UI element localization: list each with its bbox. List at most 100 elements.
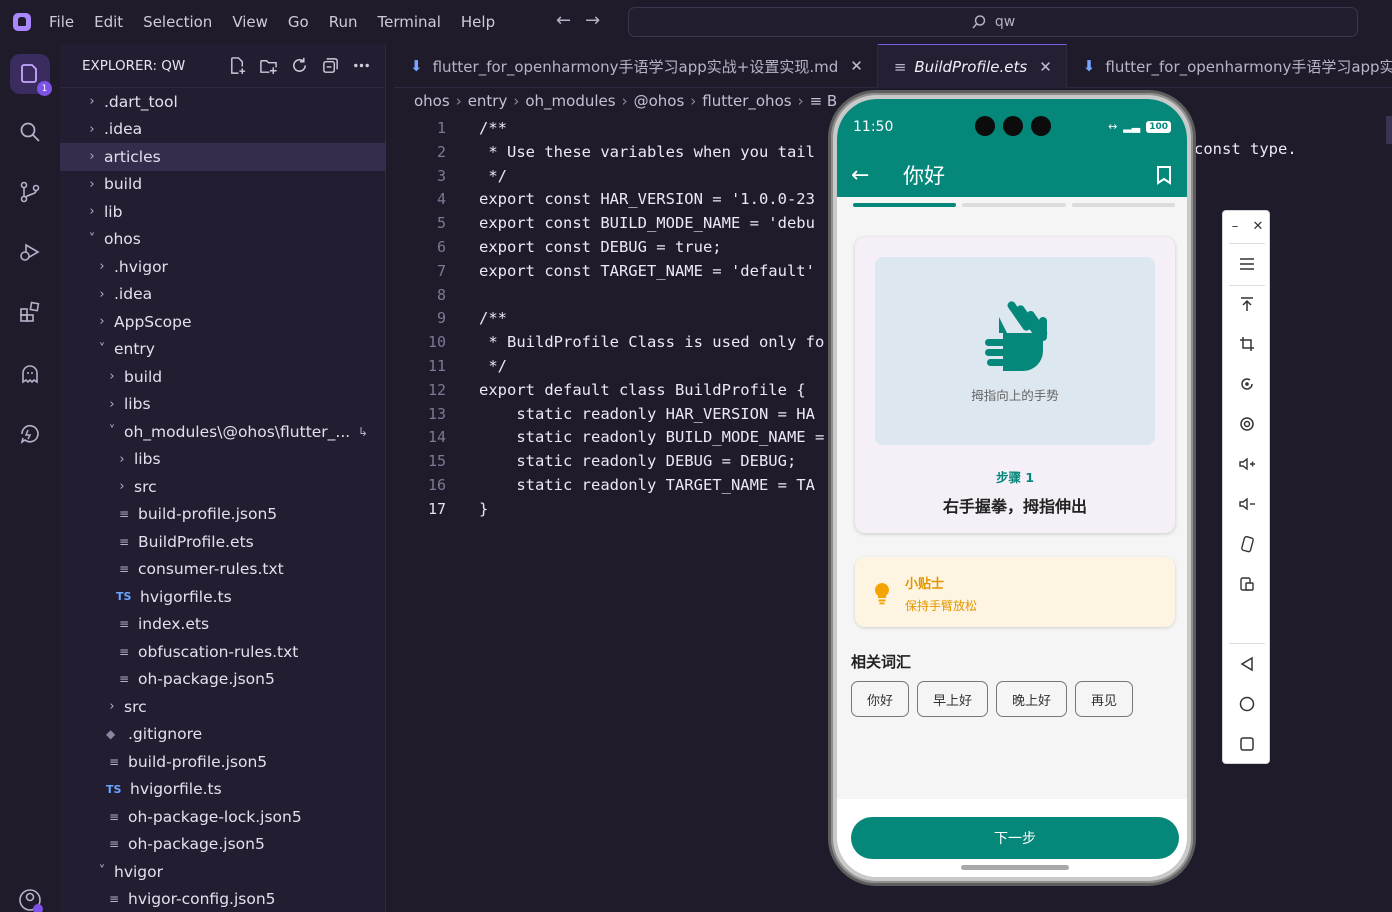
tree-folder[interactable]: ˅ hvigor [60, 858, 386, 886]
tree-folder[interactable]: › .hvigor [60, 253, 386, 281]
related-word-chip[interactable]: 晚上好 [996, 681, 1068, 717]
menu-selection[interactable]: Selection [143, 13, 212, 31]
new-file-icon[interactable] [228, 56, 247, 75]
tree-file[interactable]: ◆ .gitignore [60, 721, 386, 749]
tree-file[interactable]: ≡ consumer-rules.txt [60, 556, 386, 584]
menu-view[interactable]: View [232, 13, 268, 31]
tree-file[interactable]: TS hvigorfile.ts [60, 583, 386, 611]
tree-folder[interactable]: › build [60, 171, 386, 199]
tree-folder[interactable]: › AppScope [60, 308, 386, 336]
tree-file[interactable]: ≡ obfuscation-rules.txt [60, 638, 386, 666]
breadcrumb-item[interactable]: oh_modules [525, 92, 615, 110]
menu-run[interactable]: Run [329, 13, 358, 31]
run-debug-activity[interactable] [0, 230, 60, 274]
breadcrumb-item[interactable]: entry [468, 92, 508, 110]
new-folder-icon[interactable] [259, 56, 278, 75]
minimize-icon[interactable]: – [1223, 211, 1247, 241]
line-number: 16 [427, 476, 446, 494]
pin-top-icon[interactable] [1223, 289, 1271, 319]
source-control-activity[interactable] [0, 170, 60, 214]
home-indicator[interactable] [961, 865, 1069, 870]
tab-buildprofile[interactable]: ≡ BuildProfile.ets ✕ [877, 44, 1067, 88]
explorer-activity[interactable]: 1 [0, 52, 60, 96]
tree-file[interactable]: ≡ build-profile.json5 [60, 501, 386, 529]
tree-folder[interactable]: › articles [60, 143, 386, 171]
breadcrumb-item[interactable]: @ohos [634, 92, 685, 110]
menu-help[interactable]: Help [461, 13, 495, 31]
collapse-all-icon[interactable] [321, 56, 340, 75]
tree-folder[interactable]: › .idea [60, 281, 386, 309]
scrollbar[interactable] [1386, 116, 1392, 144]
menu-terminal[interactable]: Terminal [378, 13, 441, 31]
tree-item-label: src [134, 477, 157, 496]
menu-bar: File Edit Selection View Go Run Terminal… [49, 13, 515, 31]
related-word-chip[interactable]: 早上好 [917, 681, 989, 717]
tree-folder[interactable]: › src [60, 693, 386, 721]
nav-arrows: ← → [556, 10, 600, 31]
tree-item-label: BuildProfile.ets [138, 532, 254, 551]
more-icon[interactable] [352, 56, 371, 75]
tab-markdown-doc-2[interactable]: ⬇ flutter_for_openharmony手语学习app实战 [1067, 44, 1392, 88]
breadcrumb-item[interactable]: flutter_ohos [702, 92, 791, 110]
tree-file[interactable]: ≡ oh-package.json5 [60, 831, 386, 859]
tree-folder[interactable]: › libs [60, 391, 386, 419]
related-word-chip[interactable]: 你好 [851, 681, 910, 717]
title-bar: File Edit Selection View Go Run Terminal… [0, 0, 1392, 44]
bookmark-icon[interactable] [1155, 165, 1173, 185]
next-step-button[interactable]: 下一步 [851, 817, 1179, 859]
menu-icon[interactable] [1223, 249, 1271, 279]
extensions-activity[interactable] [0, 290, 60, 334]
tree-folder[interactable]: › lib [60, 198, 386, 226]
volume-down-icon[interactable] [1223, 489, 1271, 519]
account-activity[interactable] [0, 878, 60, 912]
fold-screen-icon[interactable] [1223, 569, 1271, 599]
tree-file[interactable]: ≡ build-profile.json5 [60, 748, 386, 776]
tab-markdown-doc[interactable]: ⬇ flutter_for_openharmony手语学习app实战+设置实现.… [394, 44, 878, 88]
crop-icon[interactable] [1223, 329, 1271, 359]
tree-folder[interactable]: ˅ entry [60, 336, 386, 364]
tree-file[interactable]: ≡ oh-package-lock.json5 [60, 803, 386, 831]
close-icon[interactable]: ✕ [1039, 58, 1052, 76]
tree-folder[interactable]: ˅ oh_modules\@ohos\flutter_... ↳ [60, 418, 386, 446]
chevron-down-icon: ˅ [88, 231, 96, 247]
tree-folder[interactable]: ˅ ohos [60, 226, 386, 254]
back-arrow-icon[interactable]: ← [556, 10, 571, 31]
ghost-activity[interactable] [0, 352, 60, 396]
back-arrow-icon[interactable]: ← [851, 163, 891, 188]
tree-file[interactable]: ≡ hvigor-config.json5 [60, 886, 386, 912]
forward-arrow-icon[interactable]: → [585, 10, 600, 31]
nav-home-icon[interactable] [1223, 689, 1271, 719]
assistant-activity[interactable] [0, 412, 60, 456]
refresh-icon[interactable] [290, 56, 309, 75]
tree-folder[interactable]: › .dart_tool [60, 88, 386, 116]
volume-up-icon[interactable] [1223, 449, 1271, 479]
tree-file[interactable]: ≡ index.ets [60, 611, 386, 639]
tree-folder[interactable]: › .idea [60, 116, 386, 144]
command-center-search[interactable]: qw [628, 7, 1358, 37]
nav-back-icon[interactable] [1223, 649, 1271, 679]
close-icon[interactable]: ✕ [1245, 211, 1271, 241]
tree-folder[interactable]: › src [60, 473, 386, 501]
breadcrumb-item[interactable]: ohos [414, 92, 450, 110]
menu-file[interactable]: File [49, 13, 74, 31]
rotate-icon[interactable] [1223, 369, 1271, 399]
tree-file[interactable]: ≡ oh-package.json5 [60, 666, 386, 694]
tree-file[interactable]: TS hvigorfile.ts [60, 776, 386, 804]
breadcrumb-item[interactable]: B [827, 92, 837, 110]
related-word-chip[interactable]: 再见 [1075, 681, 1134, 717]
screenshot-icon[interactable] [1223, 409, 1271, 439]
search-activity[interactable] [0, 110, 60, 154]
shake-icon[interactable] [1223, 529, 1271, 559]
code-text: static readonly HAR_VERSION = HA [479, 404, 815, 423]
tree-file[interactable]: ≡ BuildProfile.ets [60, 528, 386, 556]
tab-label: flutter_for_openharmony手语学习app实战+设置实现.md [432, 57, 839, 76]
close-icon[interactable]: ✕ [850, 57, 863, 75]
tree-folder[interactable]: › libs [60, 446, 386, 474]
tree-folder[interactable]: › build [60, 363, 386, 391]
nav-recents-icon[interactable] [1223, 729, 1271, 759]
menu-go[interactable]: Go [288, 13, 309, 31]
sign-image: 拇指向上的手势 [875, 257, 1155, 445]
git-file-icon: ◆ [106, 727, 116, 742]
menu-edit[interactable]: Edit [94, 13, 123, 31]
progress-segment [1071, 203, 1175, 207]
